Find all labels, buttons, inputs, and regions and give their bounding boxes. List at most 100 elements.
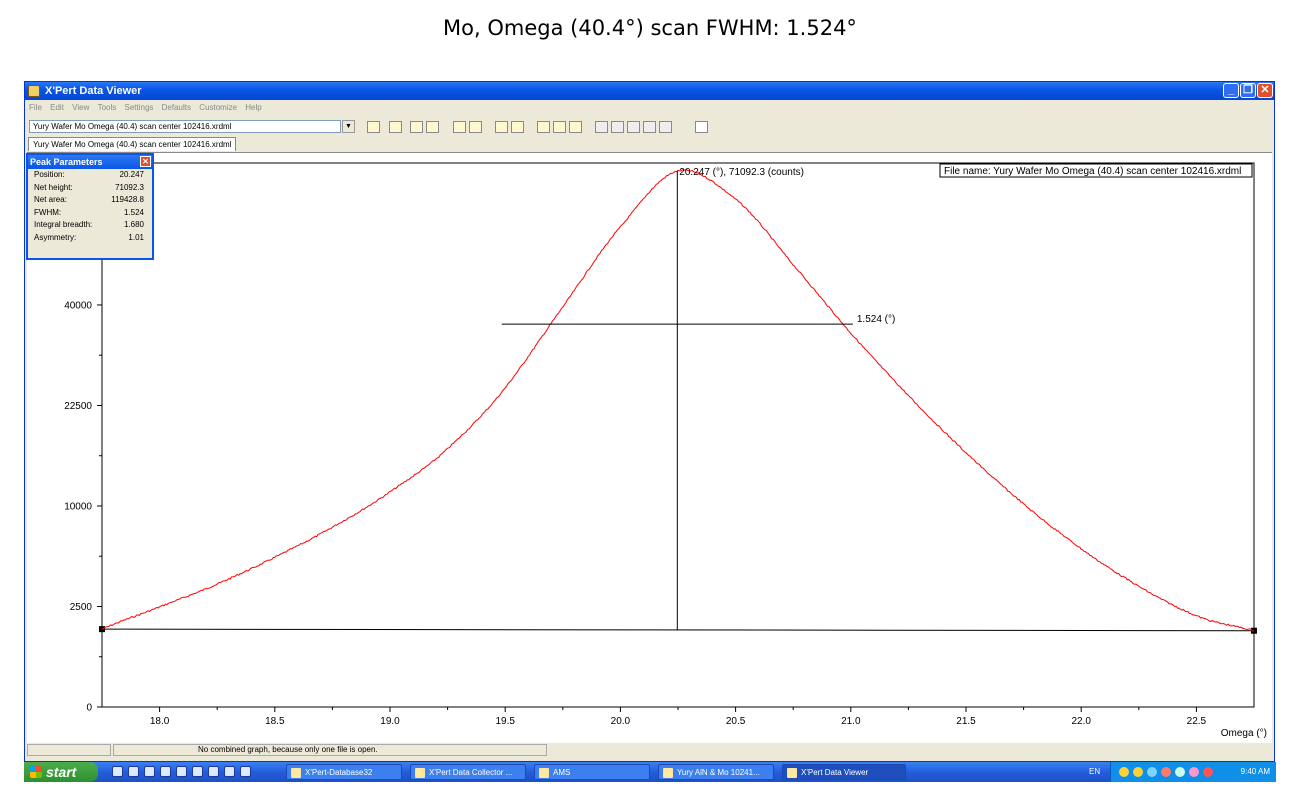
file-tab[interactable]: Yury Wafer Mo Omega (40.4) scan center 1… [28,137,237,151]
folder-icon[interactable] [453,121,466,133]
peak-parameters-titlebar[interactable]: Peak Parameters ✕ [28,155,152,169]
print-icon[interactable] [495,121,508,133]
language-indicator[interactable]: EN [1089,762,1100,782]
y-tick-label: 0 [86,703,92,714]
x-tick-label: 22.5 [1187,716,1207,727]
peak-label: Net area: [34,195,67,204]
previous-icon[interactable] [611,121,624,133]
report-icon[interactable] [553,121,566,133]
app-quicklaunch-icon[interactable] [128,766,139,777]
x-tick-label: 20.0 [611,716,631,727]
collector-quicklaunch-icon[interactable] [224,766,235,777]
database-icon [291,768,301,778]
folder-open-icon[interactable] [469,121,482,133]
chart-svg: 18.0 18.5 19.0 19.5 20.0 20.5 21.0 21.5 22.0 22.5… [64,162,1267,739]
y-tick-label: 22500 [64,401,92,412]
task-xpert-database[interactable]: X'Pert-Database32 [286,764,402,780]
peak-value: 71092.3 [115,182,144,192]
menu-defaults[interactable]: Defaults [162,101,191,115]
panel-close-icon[interactable]: ✕ [140,156,151,167]
export-icon[interactable] [569,121,582,133]
shield-icon[interactable] [1119,767,1129,777]
status-pane-message: No combined graph, because only one file… [113,744,547,756]
document-icon [663,768,673,778]
first-icon[interactable] [595,121,608,133]
peak-row-integral-breadth: Integral breadth: 1.680 [28,219,152,232]
zoom-icon[interactable] [659,121,672,133]
minimize-icon[interactable]: _ [1223,83,1239,98]
task-ams-folder[interactable]: AMS [534,764,650,780]
help-icon[interactable] [695,121,708,133]
series-line [101,169,1255,632]
menu-tools[interactable]: Tools [98,101,117,115]
y-tick-label: 40000 [64,300,92,311]
menu-file[interactable]: File [29,101,42,115]
background-line [101,628,1255,632]
start-label: start [46,764,77,780]
window-title: X'Pert Data Viewer [45,85,142,97]
file-name-label: File name: Yury Wafer Mo Omega (40.4) sc… [944,166,1241,177]
peak-row-position: Position: 20.247 [28,169,152,182]
task-xpert-data-viewer[interactable]: X'Pert Data Viewer [782,764,906,780]
chart-icon[interactable] [537,121,550,133]
system-tray: EN 9:40 AM [1089,762,1276,782]
notepad-icon[interactable] [176,766,187,777]
menu-bar: File Edit View Tools Settings Defaults C… [25,101,1274,115]
data-quicklaunch-icon[interactable] [240,766,251,777]
taskbar: start X'Pert-Database32 X'Pert Data Coll… [24,762,1276,782]
menu-customize[interactable]: Customize [199,101,237,115]
xpert-data-viewer-window: X'Pert Data Viewer _ ❐ ✕ File Edit View … [24,81,1275,762]
peak-annotation: 20.247 (°), 71092.3 (counts) [679,167,804,178]
security-icon[interactable] [1161,767,1171,777]
open-folder-icon[interactable] [367,121,380,133]
peak-label: Net height: [34,182,73,192]
y-tick-label: 10000 [64,501,92,512]
xpert-quicklaunch-icon[interactable] [144,766,155,777]
restore-icon[interactable]: ❐ [1240,83,1256,98]
task-yury-document[interactable]: Yury AlN & Mo 10241... [658,764,774,780]
peak-value: 1.01 [128,232,144,242]
peak-row-asymmetry: Asymmetry: 1.01 [28,232,152,245]
menu-help[interactable]: Help [245,101,261,115]
copy-icon[interactable] [410,121,423,133]
task-label: X'Pert-Database32 [305,768,373,777]
peak-row-net-area: Net area: 119428.8 [28,194,152,207]
clock: 9:40 AM [1240,767,1270,776]
tool-icon[interactable] [192,766,203,777]
update-icon[interactable] [1147,767,1157,777]
x-tick-label: 21.5 [956,716,976,727]
menu-view[interactable]: View [72,101,89,115]
file-select[interactable]: Yury Wafer Mo Omega (40.4) scan center 1… [29,120,341,133]
menu-settings[interactable]: Settings [125,101,154,115]
volume-icon[interactable] [1175,767,1185,777]
x-tick-label: 18.0 [150,716,170,727]
status-bar: No combined graph, because only one file… [25,743,1274,757]
antivirus-icon[interactable] [1203,767,1213,777]
peak-label: Position: [34,170,65,179]
peak-label: FWHM: [34,207,62,217]
print-preview-icon[interactable] [511,121,524,133]
plot-area: 18.0 18.5 19.0 19.5 20.0 20.5 21.0 21.5 22.0 22.5… [27,152,1272,743]
peak-value: 119428.8 [111,195,144,204]
chevron-down-icon[interactable]: ▼ [342,120,355,133]
peak-value: 20.247 [119,170,144,179]
paste-icon[interactable] [426,121,439,133]
messenger-icon[interactable] [1189,767,1199,777]
plot-frame [101,162,1255,708]
document-icon[interactable] [389,121,402,133]
task-xpert-data-collector[interactable]: X'Pert Data Collector ... [410,764,526,780]
browser-icon[interactable] [112,766,123,777]
y-tick-label: 2500 [70,602,93,613]
folder-quicklaunch-icon[interactable] [160,766,171,777]
start-button[interactable]: start [24,762,98,782]
network-icon[interactable] [1133,767,1143,777]
fwhm-annotation: 1.524 (°) [857,314,895,325]
close-icon[interactable]: ✕ [1257,83,1273,98]
menu-edit[interactable]: Edit [50,101,64,115]
last-icon[interactable] [643,121,656,133]
window-titlebar[interactable]: X'Pert Data Viewer _ ❐ ✕ [25,82,1274,100]
next-icon[interactable] [627,121,640,133]
task-label: Yury AlN & Mo 10241... [677,768,760,777]
peak-parameters-title: Peak Parameters [30,157,103,167]
viewer-quicklaunch-icon[interactable] [208,766,219,777]
